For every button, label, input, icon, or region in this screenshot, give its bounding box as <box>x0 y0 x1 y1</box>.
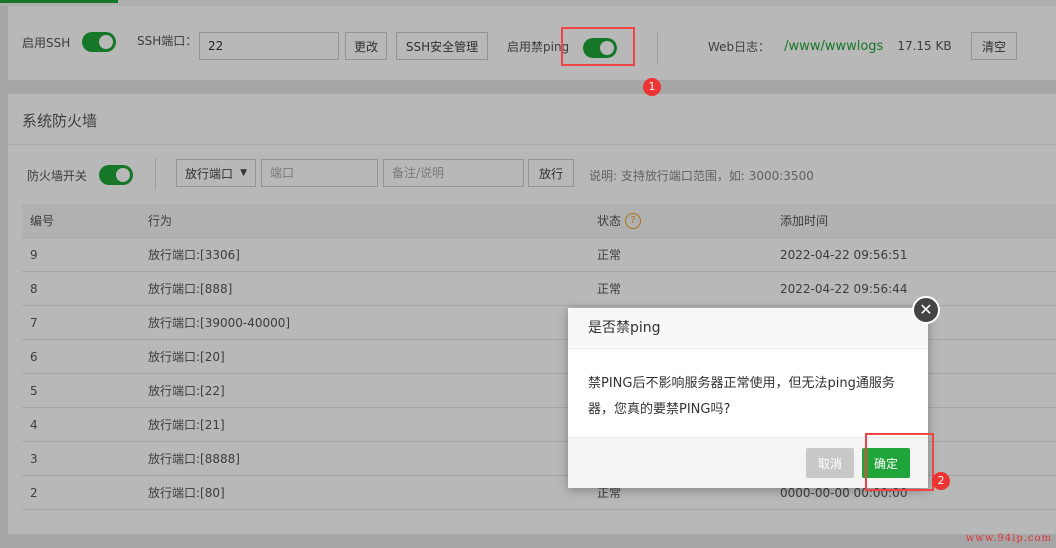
watermark: www.94ip.com <box>965 533 1052 544</box>
highlight-box-confirm <box>865 433 934 491</box>
cancel-button[interactable]: 取消 <box>806 448 854 478</box>
annotation-badge-1: 1 <box>643 78 661 96</box>
close-icon[interactable]: ✕ <box>912 296 940 324</box>
dialog-title: 是否禁ping <box>568 308 928 349</box>
highlight-box-ping <box>561 27 635 66</box>
dialog-message: 禁PING后不影响服务器正常使用，但无法ping通服务器，您真的要禁PING吗? <box>588 376 895 417</box>
annotation-badge-2: 2 <box>932 472 950 490</box>
